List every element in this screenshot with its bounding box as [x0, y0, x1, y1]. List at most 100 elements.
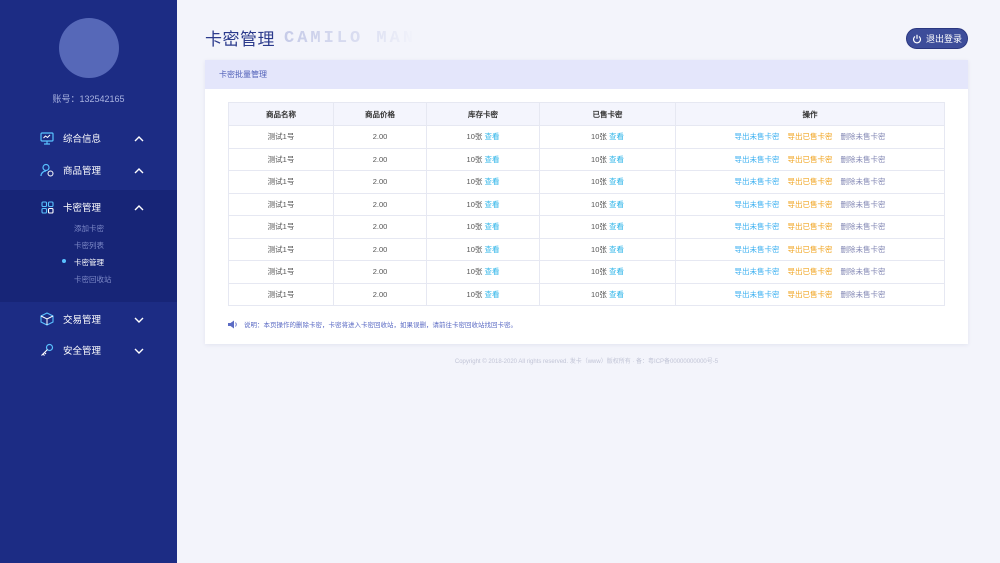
export-sold-link[interactable]: 导出已售卡密: [788, 289, 833, 300]
export-unsold-link[interactable]: 导出未售卡密: [735, 154, 780, 165]
sold-count: 10张: [591, 132, 607, 142]
view-sold-link[interactable]: 查看: [609, 245, 624, 254]
stock-count: 10张: [466, 199, 483, 209]
delete-unsold-link[interactable]: 删除未售卡密: [841, 154, 886, 165]
sidebar-item-cards[interactable]: 卡密管理: [0, 193, 177, 221]
export-unsold-link[interactable]: 导出未售卡密: [735, 289, 780, 300]
table-row: 测试1号 2.00 10张 查看 10张 查看 导出未售卡密 导出已售卡密 删除未售卡密: [228, 215, 945, 239]
sold-count: 10张: [591, 177, 607, 187]
table-row: 测试1号 2.00 10张 查看 10张 查看 导出未售卡密 导出已售卡密 删除未售卡密: [228, 260, 945, 284]
page-title: 卡密管理: [205, 30, 275, 49]
export-sold-link[interactable]: 导出已售卡密: [788, 244, 833, 255]
export-sold-link[interactable]: 导出已售卡密: [788, 176, 833, 187]
export-unsold-link[interactable]: 导出未售卡密: [735, 131, 780, 142]
cell-sold: 10张 查看: [539, 170, 676, 194]
key-icon: [40, 343, 54, 357]
col-name: 商品名称: [228, 102, 334, 126]
view-stock-link[interactable]: 查看: [484, 200, 499, 209]
chevron-down-icon: [133, 313, 145, 325]
cell-actions: 导出未售卡密 导出已售卡密 删除未售卡密: [675, 215, 945, 239]
view-sold-link[interactable]: 查看: [609, 132, 624, 141]
export-unsold-link[interactable]: 导出未售卡密: [735, 266, 780, 277]
submenu-recycle-bin[interactable]: 卡密回收站: [74, 274, 112, 285]
view-sold-link[interactable]: 查看: [609, 267, 624, 276]
logout-button[interactable]: 退出登录: [906, 28, 968, 49]
sidebar-item-label: 卡密管理: [63, 203, 102, 214]
view-stock-link[interactable]: 查看: [484, 222, 499, 231]
user-goods-icon: [40, 163, 54, 177]
view-sold-link[interactable]: 查看: [609, 155, 624, 164]
export-unsold-link[interactable]: 导出未售卡密: [735, 199, 780, 210]
sidebar-item-security[interactable]: 安全管理: [0, 336, 177, 364]
delete-unsold-link[interactable]: 删除未售卡密: [841, 266, 886, 277]
view-stock-link[interactable]: 查看: [484, 155, 499, 164]
export-sold-link[interactable]: 导出已售卡密: [788, 221, 833, 232]
export-unsold-link[interactable]: 导出未售卡密: [735, 244, 780, 255]
col-actions: 操作: [675, 102, 945, 126]
view-sold-link[interactable]: 查看: [609, 200, 624, 209]
card-batch-panel: 卡密批量管理 商品名称 商品价格 库存卡密 已售卡密 操作 测试1号 2.00 10…: [205, 60, 968, 344]
sidebar-item-goods[interactable]: 商品管理: [0, 156, 177, 184]
table-header: 商品名称 商品价格 库存卡密 已售卡密 操作: [228, 102, 945, 126]
delete-unsold-link[interactable]: 删除未售卡密: [841, 244, 886, 255]
delete-unsold-link[interactable]: 删除未售卡密: [841, 131, 886, 142]
delete-unsold-link[interactable]: 删除未售卡密: [841, 176, 886, 187]
view-sold-link[interactable]: 查看: [609, 222, 624, 231]
export-unsold-link[interactable]: 导出未售卡密: [735, 221, 780, 232]
cell-name: 测试1号: [228, 282, 334, 306]
export-sold-link[interactable]: 导出已售卡密: [788, 131, 833, 142]
table-row: 测试1号 2.00 10张 查看 10张 查看 导出未售卡密 导出已售卡密 删除未售卡密: [228, 282, 945, 306]
cell-stock: 10张 查看: [426, 170, 540, 194]
sold-count: 10张: [591, 244, 607, 254]
stock-count: 10张: [466, 289, 483, 299]
note-text: 说明：本页操作的删除卡密，卡密将进入卡密回收站，如果误删，请前往卡密回收站找回卡…: [244, 322, 517, 329]
stock-count: 10张: [466, 132, 483, 142]
submenu-add-card[interactable]: 添加卡密: [74, 223, 104, 234]
cell-actions: 导出未售卡密 导出已售卡密 删除未售卡密: [675, 260, 945, 284]
view-sold-link[interactable]: 查看: [609, 177, 624, 186]
cell-price: 2.00: [333, 170, 427, 194]
card-title: 卡密批量管理: [205, 60, 968, 89]
view-sold-link[interactable]: 查看: [609, 290, 624, 299]
cell-sold: 10张 查看: [539, 260, 676, 284]
note: 说明：本页操作的删除卡密，卡密将进入卡密回收站，如果误删，请前往卡密回收站找回卡…: [228, 319, 517, 329]
chevron-up-icon: [133, 132, 145, 144]
sidebar: 账号：132542165 综合信息 商品管理 卡密管理 添加卡密 卡密列表 卡密…: [0, 0, 177, 563]
view-stock-link[interactable]: 查看: [484, 267, 499, 276]
col-price: 商品价格: [333, 102, 427, 126]
cell-stock: 10张 查看: [426, 147, 540, 171]
cell-sold: 10张 查看: [539, 282, 676, 306]
submenu-card-manage[interactable]: 卡密管理: [74, 257, 104, 268]
submenu-card-list[interactable]: 卡密列表: [74, 240, 104, 251]
export-unsold-link[interactable]: 导出未售卡密: [735, 176, 780, 187]
export-sold-link[interactable]: 导出已售卡密: [788, 154, 833, 165]
power-icon: [912, 34, 922, 43]
delete-unsold-link[interactable]: 删除未售卡密: [841, 221, 886, 232]
chevron-up-icon: [133, 201, 145, 213]
cell-stock: 10张 查看: [426, 192, 540, 216]
export-sold-link[interactable]: 导出已售卡密: [788, 199, 833, 210]
sidebar-item-label: 商品管理: [63, 166, 102, 177]
cell-sold: 10张 查看: [539, 192, 676, 216]
export-sold-link[interactable]: 导出已售卡密: [788, 266, 833, 277]
cell-name: 测试1号: [228, 237, 334, 261]
cell-actions: 导出未售卡密 导出已售卡密 删除未售卡密: [675, 125, 945, 149]
stock-count: 10张: [466, 267, 483, 277]
sidebar-item-trade[interactable]: 交易管理: [0, 305, 177, 333]
view-stock-link[interactable]: 查看: [484, 132, 499, 141]
chevron-up-icon: [133, 164, 145, 176]
avatar[interactable]: [59, 18, 119, 78]
cell-stock: 10张 查看: [426, 215, 540, 239]
sidebar-item-overview[interactable]: 综合信息: [0, 124, 177, 152]
cell-name: 测试1号: [228, 192, 334, 216]
cell-price: 2.00: [333, 192, 427, 216]
cell-sold: 10张 查看: [539, 215, 676, 239]
delete-unsold-link[interactable]: 删除未售卡密: [841, 289, 886, 300]
grid-icon: [40, 200, 54, 214]
view-stock-link[interactable]: 查看: [484, 245, 499, 254]
view-stock-link[interactable]: 查看: [484, 290, 499, 299]
cell-actions: 导出未售卡密 导出已售卡密 删除未售卡密: [675, 147, 945, 171]
view-stock-link[interactable]: 查看: [484, 177, 499, 186]
sold-count: 10张: [591, 289, 607, 299]
delete-unsold-link[interactable]: 删除未售卡密: [841, 199, 886, 210]
